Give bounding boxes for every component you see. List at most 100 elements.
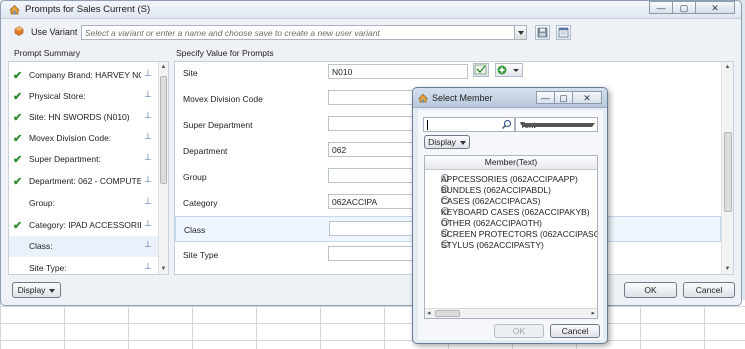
summary-item-label: Company Brand: HARVEY NO — [29, 70, 141, 80]
member-label: SCREEN PROTECTORS (062ACCIPASCR) — [441, 229, 598, 239]
scroll-up-icon[interactable]: ▲ — [159, 64, 168, 70]
summary-item-label: Super Department: — [29, 154, 101, 164]
summary-scroll-thumb[interactable] — [160, 76, 167, 184]
site-value: N010 — [332, 67, 353, 77]
values-scrollbar[interactable]: ▲ ▼ — [721, 62, 733, 274]
search-icon[interactable] — [501, 119, 512, 130]
pin-icon[interactable]: ⊥ — [144, 68, 152, 79]
pin-icon[interactable]: ⊥ — [144, 196, 152, 207]
scroll-down-icon[interactable]: ▼ — [159, 266, 168, 272]
summary-item-selected[interactable]: Class: ⊥ — [9, 236, 159, 257]
pin-icon[interactable]: ⊥ — [144, 152, 152, 163]
summary-item[interactable]: Group: ⊥ — [9, 193, 159, 214]
member-dialog-title: Select Member — [432, 93, 493, 103]
values-scroll-thumb[interactable] — [724, 132, 732, 212]
close-button[interactable]: ✕ — [572, 91, 602, 104]
check-icon: ✔ — [13, 154, 23, 166]
member-cancel-button[interactable]: Cancel — [550, 324, 600, 338]
add-value-button[interactable] — [495, 63, 523, 77]
check-icon: ✔ — [13, 176, 23, 188]
maximize-button[interactable]: ▢ — [672, 1, 696, 14]
background-spreadsheet — [0, 300, 745, 349]
member-ok-button[interactable]: OK — [494, 324, 544, 338]
summary-item-label: Site Type: — [29, 263, 67, 273]
variant-input[interactable]: Select a variant or enter a name and cho… — [81, 25, 527, 40]
display-button[interactable]: Display — [12, 282, 61, 298]
member-label: BUNDLES (062ACCIPABDL) — [441, 185, 551, 195]
member-item[interactable]: CASES (062ACCIPACAS) — [429, 196, 597, 207]
member-dialog-body: Text Display Member(Text) APPCESSORIES (… — [418, 110, 603, 340]
pin-icon[interactable]: ⊥ — [144, 131, 152, 142]
title-bar: Prompts for Sales Current (S) — ▢ ✕ — [1, 1, 741, 19]
variant-icon — [14, 26, 24, 36]
member-item[interactable]: STYLUS (062ACCIPASTY) — [429, 240, 597, 251]
site-input[interactable]: N010 — [328, 64, 468, 79]
maximize-button[interactable]: ▢ — [554, 91, 573, 104]
member-window-controls: — ▢ ✕ — [536, 91, 602, 104]
member-label: STYLUS (062ACCIPASTY) — [441, 240, 544, 250]
scroll-left-icon[interactable]: ◂ — [427, 309, 431, 317]
summary-scrollbar[interactable]: ▲ ▼ — [158, 62, 168, 274]
app-home-icon — [418, 93, 428, 103]
manage-variants-button[interactable] — [556, 25, 571, 40]
prompt-label: Group — [183, 172, 207, 182]
window-title: Prompts for Sales Current (S) — [25, 4, 151, 15]
specify-values-header: Specify Value for Prompts — [176, 48, 274, 58]
member-item[interactable]: SCREEN PROTECTORS (062ACCIPASCR) — [429, 229, 598, 240]
member-item[interactable]: OTHER (062ACCIPAOTH) — [429, 218, 597, 229]
member-item[interactable]: APPCESSORIES (062ACCIPAAPP) — [429, 174, 597, 185]
member-display-button[interactable]: Display — [424, 135, 470, 149]
summary-item[interactable]: ✔ Physical Store: ⊥ — [9, 86, 159, 107]
member-search-input[interactable] — [423, 117, 515, 132]
member-label: KEYBOARD CASES (062ACCIPAKYB) — [441, 207, 590, 217]
member-column-header[interactable]: Member(Text) — [425, 156, 597, 170]
chevron-down-icon — [520, 123, 595, 127]
app-home-icon — [9, 5, 20, 15]
minimize-button[interactable]: — — [649, 1, 673, 14]
pin-icon[interactable]: ⊥ — [144, 218, 152, 229]
member-item[interactable]: KEYBOARD CASES (062ACCIPAKYB) — [429, 207, 597, 218]
prompt-summary-header: Prompt Summary — [14, 48, 81, 58]
member-item[interactable]: BUNDLES (062ACCIPABDL) — [429, 185, 597, 196]
pin-icon[interactable]: ⊥ — [144, 89, 152, 100]
check-icon: ✔ — [13, 70, 23, 82]
variant-placeholder: Select a variant or enter a name and cho… — [85, 28, 380, 38]
summary-item[interactable]: ✔ Department: 062 - COMPUTE ⊥ — [9, 171, 159, 192]
summary-item[interactable]: ✔ Company Brand: HARVEY NO ⊥ — [9, 65, 159, 86]
pin-icon[interactable]: ⊥ — [144, 261, 152, 272]
value-help-icon — [474, 64, 487, 75]
search-type-select[interactable]: Text — [515, 117, 598, 132]
save-variant-button[interactable] — [535, 25, 550, 40]
summary-item[interactable]: Site Type: ⊥ — [9, 258, 159, 274]
variant-dropdown-button[interactable] — [514, 26, 526, 39]
member-horizontal-scrollbar[interactable]: ◂ ▸ — [425, 308, 597, 318]
member-cancel-label: Cancel — [561, 326, 589, 336]
pin-icon[interactable]: ⊥ — [144, 174, 152, 185]
minimize-button[interactable]: — — [536, 91, 555, 104]
member-scroll-thumb[interactable] — [435, 310, 460, 317]
summary-item[interactable]: ✔ Super Department: ⊥ — [9, 149, 159, 170]
prompt-label: Department — [183, 146, 228, 156]
cancel-button[interactable]: Cancel — [683, 282, 735, 298]
scroll-down-icon[interactable]: ▼ — [722, 266, 733, 272]
display-label: Display — [17, 285, 46, 295]
summary-item[interactable]: ✔ Category: IPAD ACCESSORIE ⊥ — [9, 215, 159, 236]
pin-icon[interactable]: ⊥ — [144, 110, 152, 121]
chevron-down-icon — [459, 140, 466, 145]
prompt-label: Class — [184, 225, 206, 235]
minimize-icon: — — [656, 3, 666, 13]
scroll-right-icon[interactable]: ▸ — [591, 309, 595, 317]
ok-button[interactable]: OK — [624, 282, 677, 298]
text-cursor — [427, 120, 428, 130]
member-label: CASES (062ACCIPACAS) — [441, 196, 541, 206]
prompt-summary-panel: ✔ Company Brand: HARVEY NO ⊥ ✔ Physical … — [8, 61, 169, 275]
value-help-button[interactable] — [473, 63, 489, 77]
scroll-up-icon[interactable]: ▲ — [722, 64, 733, 70]
pin-icon[interactable]: ⊥ — [144, 239, 152, 250]
summary-item-label: Department: 062 - COMPUTE — [29, 176, 141, 186]
close-button[interactable]: ✕ — [695, 1, 735, 14]
summary-item[interactable]: ✔ Movex Division Code: ⊥ — [9, 128, 159, 149]
maximize-icon: ▢ — [679, 3, 689, 13]
summary-item-label: Movex Division Code: — [29, 133, 112, 143]
summary-item[interactable]: ✔ Site: HN SWORDS (N010) ⊥ — [9, 107, 159, 128]
